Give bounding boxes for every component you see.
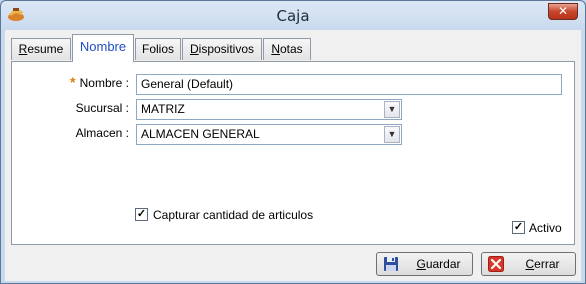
guardar-rest: uardar xyxy=(425,257,461,271)
caja-window: Caja ✕ Resume Nombre Folios Dispositivos… xyxy=(0,0,586,284)
almacen-value: ALMACEN GENERAL xyxy=(141,127,260,141)
close-button[interactable]: ✕ xyxy=(548,3,578,20)
nombre-input[interactable]: General (Default) xyxy=(136,74,562,95)
tab-notas-label: otas xyxy=(279,42,303,56)
almacen-dropdown-button[interactable]: ▼ xyxy=(384,126,400,143)
chevron-down-icon: ▼ xyxy=(387,104,397,114)
cancel-icon xyxy=(488,256,504,272)
nombre-label: Nombre : xyxy=(79,76,129,90)
cerrar-label: Cerrar xyxy=(514,257,571,271)
title-bar[interactable]: Caja ✕ xyxy=(1,1,585,30)
client-area: Resume Nombre Folios Dispositivos Notas … xyxy=(5,30,581,281)
sucursal-label: Sucursal : xyxy=(75,101,129,115)
sucursal-dropdown-button[interactable]: ▼ xyxy=(384,101,400,118)
capturar-label[interactable]: Capturar cantidad de articulos xyxy=(153,208,313,222)
checkmark-icon: ✓ xyxy=(136,208,147,220)
window-title: Caja xyxy=(276,7,310,25)
save-icon xyxy=(384,257,398,271)
tab-folios[interactable]: Folios xyxy=(135,38,181,60)
checkmark-icon: ✓ xyxy=(513,221,524,233)
chevron-down-icon: ▼ xyxy=(387,129,397,139)
sucursal-value: MATRIZ xyxy=(141,102,185,116)
guardar-label: Guardar xyxy=(409,257,468,271)
close-icon: ✕ xyxy=(557,4,569,18)
tab-folios-label: Folios xyxy=(141,42,174,56)
tab-nombre[interactable]: Nombre xyxy=(72,34,134,62)
tab-notas-mnemonic: N xyxy=(271,42,280,56)
tab-notas[interactable]: Notas xyxy=(263,38,311,60)
guardar-button[interactable]: Guardar xyxy=(376,252,473,276)
tab-dispositivos[interactable]: Dispositivos xyxy=(182,38,262,60)
almacen-select[interactable]: ALMACEN GENERAL ▼ xyxy=(136,124,402,145)
cerrar-mnemonic: C xyxy=(525,257,535,271)
tab-resume-label: esume xyxy=(27,42,64,56)
tab-panel-nombre: * Nombre : General (Default) Sucursal : … xyxy=(11,61,575,245)
sucursal-select[interactable]: MATRIZ ▼ xyxy=(136,99,402,120)
activo-label[interactable]: Activo xyxy=(529,221,562,235)
cerrar-button[interactable]: Cerrar xyxy=(481,252,576,276)
required-asterisk-icon: * xyxy=(70,74,76,90)
almacen-label: Almacen : xyxy=(75,126,129,140)
tab-dispositivos-mnemonic: D xyxy=(189,42,199,56)
capturar-checkbox[interactable]: ✓ xyxy=(135,208,148,221)
tab-dispositivos-label: ispositivos xyxy=(198,42,255,56)
tab-resume-mnemonic: R xyxy=(18,42,28,56)
tab-resume[interactable]: Resume xyxy=(11,38,71,60)
activo-checkbox[interactable]: ✓ xyxy=(512,221,525,234)
cerrar-rest: errar xyxy=(534,257,560,271)
tab-nombre-label: Nombre xyxy=(79,39,127,54)
guardar-mnemonic: G xyxy=(416,257,426,271)
